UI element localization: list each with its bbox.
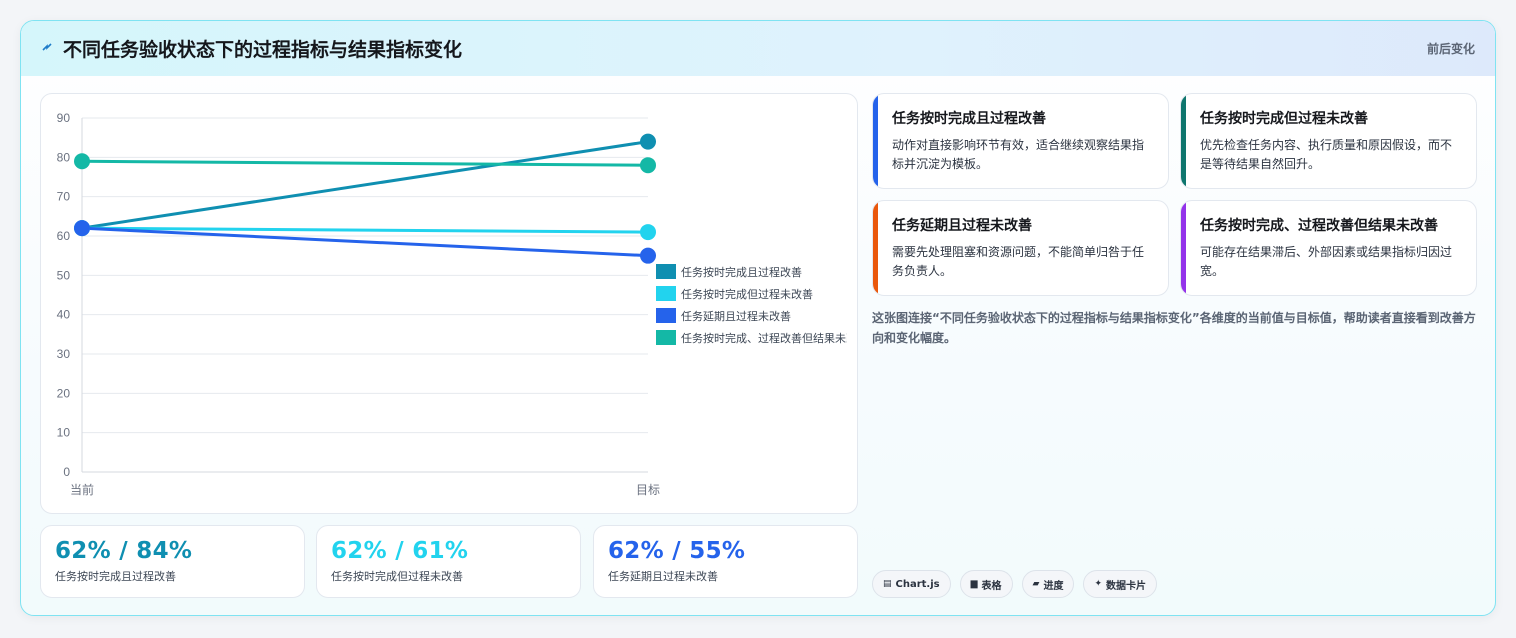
insight-accent-bar	[1181, 94, 1186, 188]
card-header: 不同任务验收状态下的过程指标与结果指标变化 前后变化	[21, 21, 1495, 76]
insight-desc: 需要先处理阻塞和资源问题，不能简单归咎于任务负责人。	[892, 245, 1145, 278]
series-line-4	[81, 159, 649, 167]
y-tick-label: 0	[63, 465, 70, 479]
legend-label-1: 任务按时完成且过程改善	[681, 265, 802, 279]
dashboard-card: 不同任务验收状态下的过程指标与结果指标变化 前后变化 0 10 20 30 40 50 60…	[20, 20, 1496, 616]
table-icon: ▆	[970, 579, 978, 589]
stat-label: 任务按时完成但过程未改善	[331, 570, 463, 583]
insight-desc: 动作对直接影响环节有效，适合继续观察结果指标并沉淀为模板。	[892, 138, 1145, 171]
series-point-3	[74, 220, 90, 237]
insight-title: 任务按时完成且过程改善	[892, 111, 1046, 127]
insight-card-3: 任务延期且过程未改善 需要先处理阻塞和资源问题，不能简单归咎于任务负责人。	[872, 200, 1169, 296]
stat-value: 62% / 84%	[55, 538, 193, 564]
legend-swatch-3	[656, 308, 676, 323]
stat-value: 62% / 55%	[608, 538, 746, 564]
y-tick-label: 70	[57, 190, 71, 204]
insight-desc: 优先检查任务内容、执行质量和原因假设，而不是等待结果自然回升。	[1200, 138, 1453, 171]
stat-card-3: 62% / 55% 任务延期且过程未改善	[593, 525, 858, 598]
line-chart: 0 10 20 30 40 50 60 70 80 90 当前 目标 任务按时完成且过程改善 任务按时完成…	[40, 93, 858, 514]
chip-label: Chart.js	[895, 578, 940, 590]
series-point-2	[640, 224, 656, 241]
stat-label: 任务延期且过程未改善	[608, 570, 718, 583]
insight-card-4: 任务按时完成、过程改善但结果未改善 可能存在结果滞后、外部因素或结果指标归因过宽…	[1180, 200, 1477, 296]
chip-label: 数据卡片	[1106, 580, 1147, 592]
series-point-4	[640, 157, 656, 174]
legend-label-3: 任务延期且过程未改善	[681, 309, 791, 323]
series-point-1	[640, 133, 656, 150]
chip-label: 表格	[981, 580, 1002, 592]
legend-label-4: 任务按时完成、过程改善但结果未改善	[681, 331, 859, 345]
series-point-3	[640, 247, 656, 264]
chart-icon: ▤	[883, 579, 892, 589]
legend-swatch-2	[656, 286, 676, 301]
chip-label: 进度	[1043, 580, 1064, 592]
chip-data-card[interactable]: ✦ 数据卡片	[1083, 570, 1158, 598]
insight-accent-bar	[1181, 201, 1186, 295]
x-tick-label: 目标	[636, 483, 660, 497]
header-tag: 前后变化	[1426, 42, 1475, 56]
chip-chartjs[interactable]: ▤ Chart.js	[872, 570, 951, 598]
y-tick-label: 10	[57, 426, 71, 440]
series-line-1	[81, 140, 649, 230]
y-tick-label: 30	[57, 347, 71, 361]
tag-chips: ▤ Chart.js ▆ 表格 ▰ 进度 ✦ 数据卡片	[872, 570, 1158, 598]
legend-label-2: 任务按时完成但过程未改善	[681, 287, 813, 301]
insight-title: 任务按时完成、过程改善但结果未改善	[1200, 218, 1438, 234]
y-tick-label: 90	[57, 111, 71, 125]
stat-card-1: 62% / 84% 任务按时完成且过程改善	[40, 525, 305, 598]
x-tick-label: 当前	[70, 482, 94, 497]
insight-desc: 可能存在结果滞后、外部因素或结果指标归因过宽。	[1200, 245, 1453, 278]
insight-title: 任务按时完成但过程未改善	[1200, 111, 1368, 127]
stat-value: 62% / 61%	[331, 538, 469, 564]
progress-icon: ▰	[1032, 579, 1040, 589]
insight-title: 任务延期且过程未改善	[892, 218, 1032, 234]
y-tick-label: 50	[57, 268, 71, 282]
chart-description: 这张图连接“不同任务验收状态下的过程指标与结果指标变化”各维度的当前值与目标值，…	[872, 311, 1476, 345]
y-tick-label: 40	[57, 308, 71, 322]
sparkle-icon: ✦	[1094, 579, 1103, 589]
y-tick-label: 60	[57, 229, 71, 243]
chip-table[interactable]: ▆ 表格	[959, 570, 1013, 598]
insight-card-1: 任务按时完成且过程改善 动作对直接影响环节有效，适合继续观察结果指标并沉淀为模板…	[872, 93, 1169, 189]
insight-accent-bar	[873, 94, 878, 188]
page-title: 不同任务验收状态下的过程指标与结果指标变化	[63, 39, 463, 61]
y-tick-label: 20	[57, 386, 71, 400]
y-tick-label: 80	[57, 150, 71, 164]
chip-progress[interactable]: ▰ 进度	[1021, 570, 1075, 598]
stat-label: 任务按时完成且过程改善	[55, 570, 176, 583]
stat-card-2: 62% / 61% 任务按时完成但过程未改善	[316, 525, 581, 598]
legend-swatch-4	[656, 330, 676, 345]
bolt-icon	[41, 41, 53, 57]
insight-accent-bar	[873, 201, 878, 295]
series-point-4	[74, 153, 90, 170]
legend-swatch-1	[656, 264, 676, 279]
chart-svg: 0102030405060708090当前 目标任务按时完成且过程改善任务按时完成…	[57, 111, 859, 497]
insight-card-2: 任务按时完成但过程未改善 优先检查任务内容、执行质量和原因假设，而不是等待结果自…	[1180, 93, 1477, 189]
